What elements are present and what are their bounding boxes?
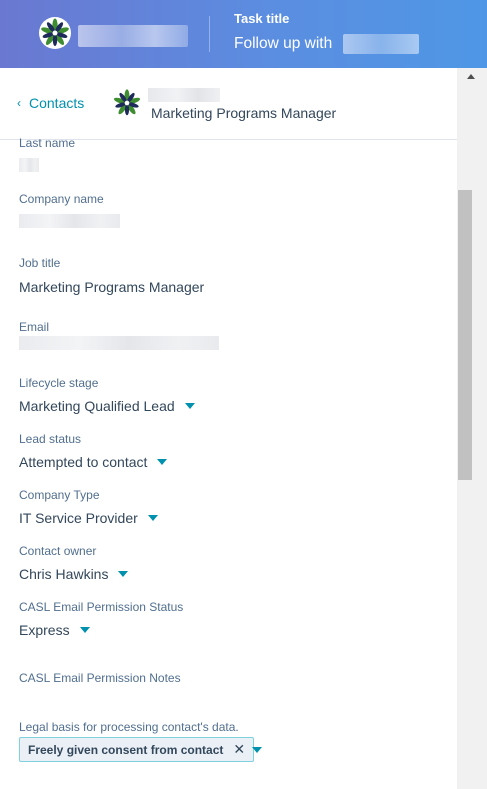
contact-avatar-logo-icon <box>113 89 141 116</box>
task-title-label: Task title <box>234 11 290 26</box>
lifecycle-stage-dropdown[interactable]: Marketing Qualified Lead <box>19 398 195 414</box>
legal-basis-label: Legal basis for processing contact's dat… <box>19 720 239 734</box>
company-logo-icon <box>39 17 71 49</box>
casl-status-dropdown[interactable]: Express <box>19 622 90 638</box>
close-icon[interactable]: ✕ <box>233 741 245 758</box>
caret-down-icon[interactable] <box>79 627 90 633</box>
scroll-thumb[interactable] <box>458 190 472 480</box>
caret-down-icon[interactable] <box>118 571 129 577</box>
back-label: Contacts <box>29 95 85 111</box>
casl-notes-label: CASL Email Permission Notes <box>19 671 181 685</box>
company-type-label: Company Type <box>19 488 100 502</box>
contact-owner-label: Contact owner <box>19 544 97 558</box>
redacted-contact-name <box>148 88 220 102</box>
lifecycle-stage-value: Marketing Qualified Lead <box>19 398 175 414</box>
casl-status-value: Express <box>19 622 70 638</box>
lead-status-label: Lead status <box>19 432 82 446</box>
last-name-value[interactable] <box>19 158 39 172</box>
chevron-left-icon: ‹ <box>17 96 21 110</box>
caret-down-icon[interactable] <box>147 515 158 521</box>
legal-basis-tag[interactable]: Freely given consent from contact ✕ <box>19 737 255 762</box>
lead-status-dropdown[interactable]: Attempted to contact <box>19 454 168 470</box>
caret-down-icon[interactable] <box>184 403 195 409</box>
redacted-company-name <box>78 25 188 47</box>
contact-subheader: ‹ Contacts Marketing Programs Manager <box>0 68 457 140</box>
job-title-label: Job title <box>19 256 61 270</box>
casl-status-label: CASL Email Permission Status <box>19 600 184 614</box>
last-name-label: Last name <box>19 136 76 150</box>
scroll-up-arrow-icon[interactable] <box>467 74 475 79</box>
header-divider <box>209 16 210 52</box>
email-label: Email <box>19 320 50 334</box>
contact-owner-value: Chris Hawkins <box>19 566 109 582</box>
caret-down-icon[interactable] <box>252 747 262 753</box>
task-header: Task title Follow up with <box>0 0 487 68</box>
company-name-value[interactable] <box>19 214 120 228</box>
company-type-value: IT Service Provider <box>19 510 138 526</box>
task-title-value[interactable]: Follow up with <box>234 35 332 53</box>
contact-job-title: Marketing Programs Manager <box>151 105 337 121</box>
redacted-contact-name <box>343 34 419 54</box>
back-to-contacts-link[interactable]: ‹ Contacts <box>17 95 84 111</box>
job-title-value[interactable]: Marketing Programs Manager <box>19 279 204 295</box>
scrollbar[interactable] <box>457 68 487 789</box>
company-type-dropdown[interactable]: IT Service Provider <box>19 510 158 526</box>
legal-basis-tag-label: Freely given consent from contact <box>28 742 224 757</box>
contact-owner-dropdown[interactable]: Chris Hawkins <box>19 566 129 582</box>
caret-down-icon[interactable] <box>157 459 168 465</box>
company-name-label: Company name <box>19 192 104 206</box>
lifecycle-stage-label: Lifecycle stage <box>19 376 99 390</box>
email-value[interactable] <box>19 336 219 350</box>
lead-status-value: Attempted to contact <box>19 454 148 470</box>
